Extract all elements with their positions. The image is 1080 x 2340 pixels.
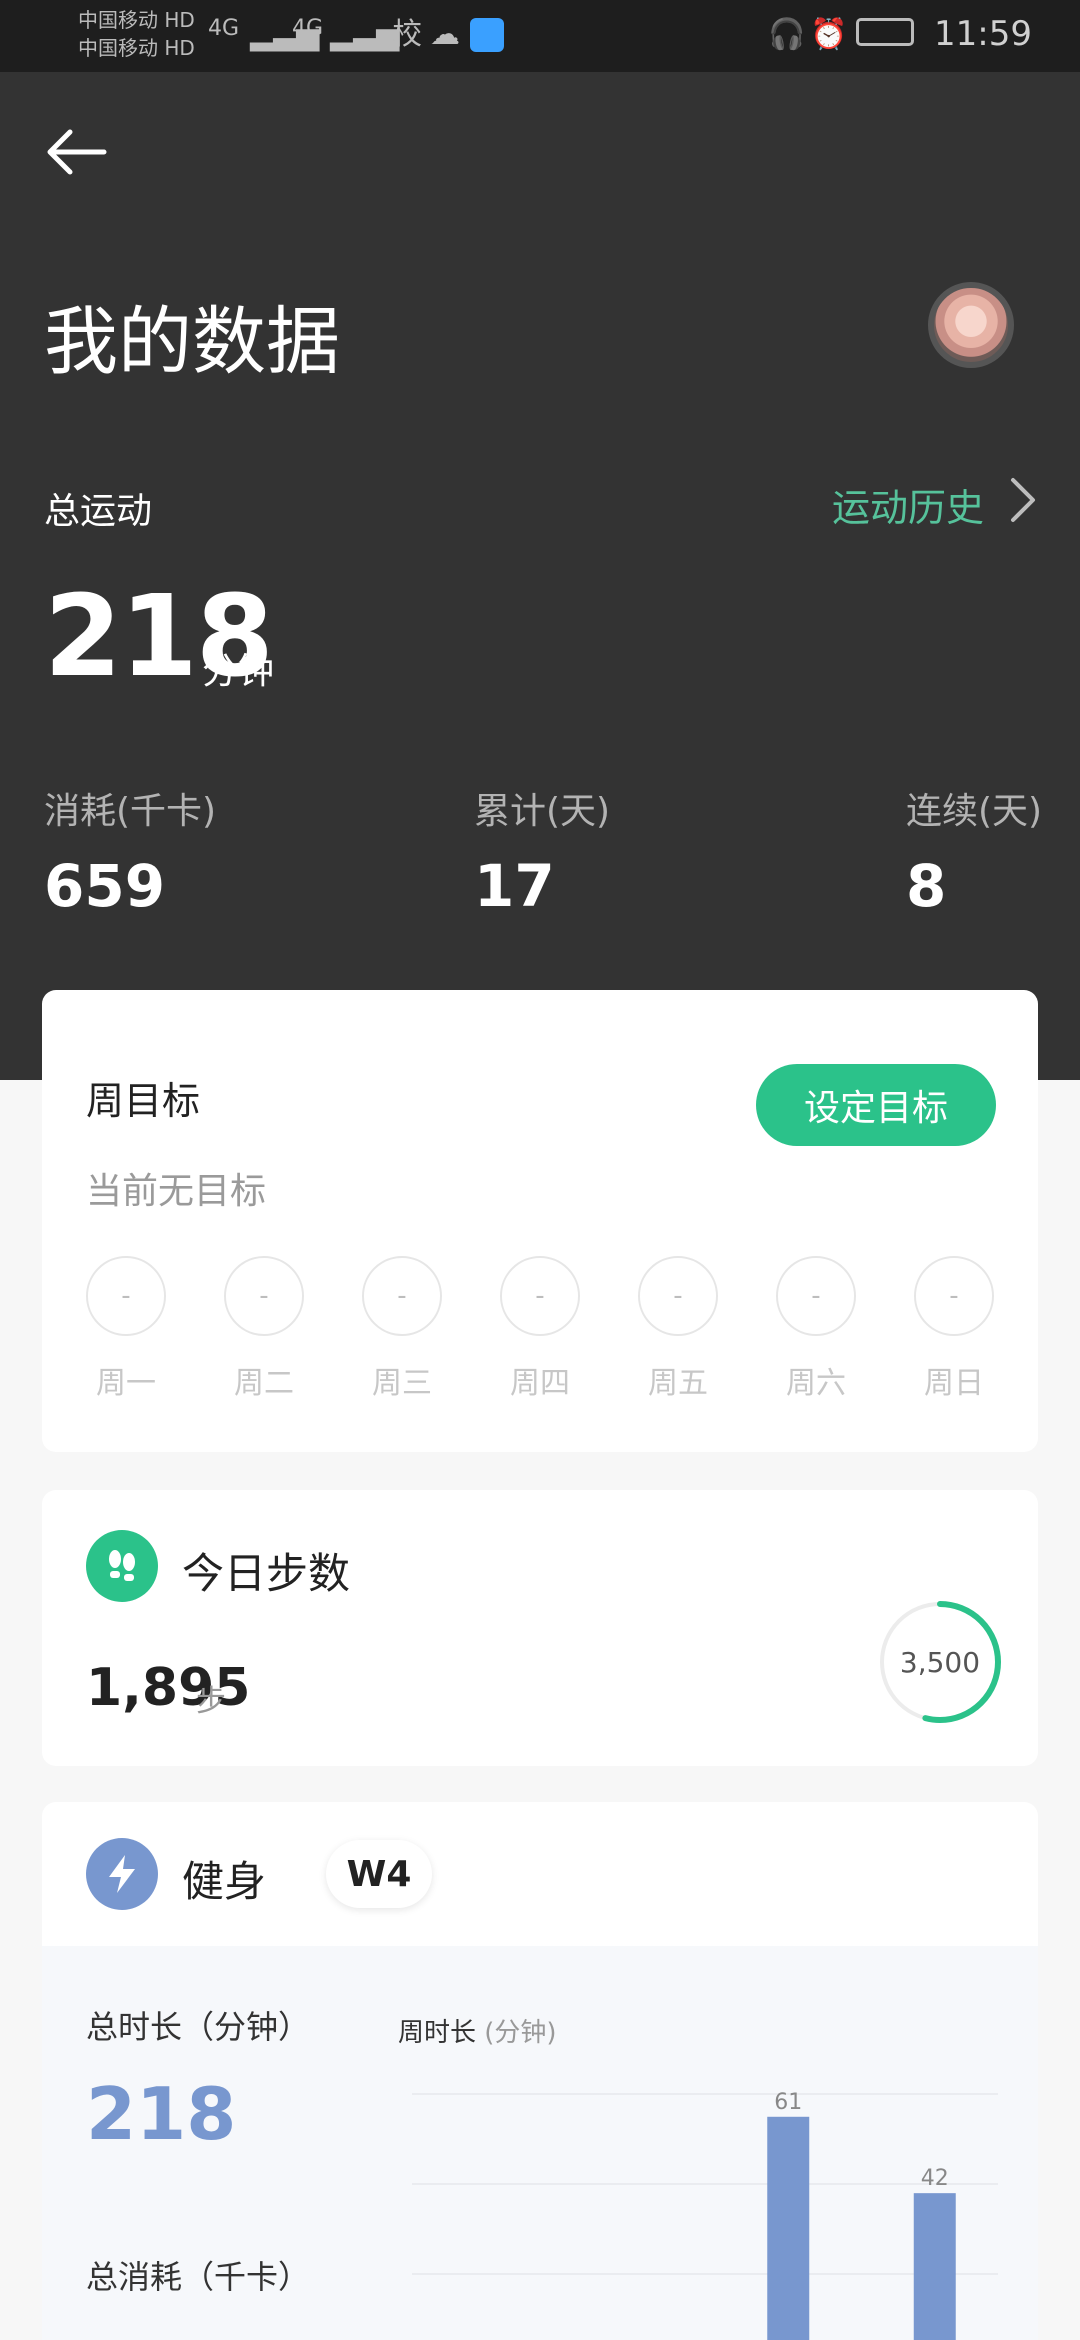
- day-label: 周三: [372, 1366, 432, 1401]
- accumulated-days-value: 17: [474, 852, 555, 920]
- hd-label: HD: [164, 8, 195, 32]
- weekly-duration-chart: 61 42: [412, 2090, 998, 2340]
- steps-unit: 步: [196, 1684, 226, 1719]
- chart-bar-w3: [767, 2116, 810, 2340]
- headset-icon: 🎧: [768, 17, 806, 52]
- steps-goal: 3,500: [899, 1645, 981, 1679]
- day-item: - 周二: [224, 1256, 304, 1402]
- day-item: - 周三: [362, 1256, 442, 1402]
- app-notification-icon: [470, 18, 504, 52]
- summary-header: 我的数据 总运动 运动历史 218 分钟 消耗(千卡) 659 累计(天) 17…: [0, 72, 1080, 1080]
- set-goal-button[interactable]: 设定目标: [756, 1064, 996, 1146]
- lightning-icon: [86, 1838, 158, 1910]
- day-label: 周五: [648, 1366, 708, 1401]
- school-icon: 校: [392, 17, 422, 52]
- week-badge: W4: [326, 1840, 432, 1908]
- steps-title: 今日步数: [182, 1549, 351, 1598]
- footprints-icon: [86, 1530, 158, 1602]
- alarm-icon: ⏰: [810, 17, 848, 52]
- steps-card[interactable]: 今日步数 1,895 步 3,500: [42, 1490, 1038, 1766]
- chart-title: 周时长 (分钟): [398, 2012, 557, 2049]
- accumulated-days-label: 累计(天): [474, 791, 611, 832]
- day-indicator: -: [776, 1256, 856, 1336]
- day-indicator: -: [224, 1256, 304, 1336]
- clock: 11:59: [934, 14, 1032, 54]
- day-label: 周日: [924, 1366, 984, 1401]
- weekly-goal-card: 周目标 当前无目标 设定目标 - 周一 - 周二 - 周三 - 周四 - 周五 …: [42, 990, 1038, 1452]
- day-item: - 周五: [638, 1256, 718, 1402]
- day-label: 周六: [786, 1366, 846, 1401]
- day-item: - 周一: [86, 1256, 166, 1402]
- total-exercise-label: 总运动: [44, 491, 153, 532]
- chevron-right-icon[interactable]: [1008, 476, 1038, 524]
- streak-days-label: 连续(天): [906, 791, 1043, 832]
- carrier-name: 中国移动: [78, 36, 158, 60]
- network-label: 4G: [292, 16, 324, 41]
- chart-unit: (分钟): [484, 2018, 557, 2048]
- status-bar: 中国移动 HD 中国移动 HD 4G ▂▃▅ 4G ▂▃▅ 校 ☁ 🎧 ⏰ 11…: [0, 0, 1080, 72]
- weekly-goal-status: 当前无目标: [86, 1171, 267, 1212]
- calories-label: 消耗(千卡): [44, 791, 217, 832]
- carrier-info: 中国移动 HD 中国移动 HD: [78, 6, 195, 62]
- day-label: 周一: [96, 1366, 156, 1401]
- fitness-summary: 总时长（分钟） 218 总消耗（千卡） 周时长 (分钟) 61 42: [42, 1946, 1038, 2340]
- carrier-name: 中国移动: [78, 8, 158, 32]
- chart-data-label: 42: [921, 2166, 949, 2191]
- day-item: - 周日: [914, 1256, 994, 1402]
- cloud-icon: ☁: [430, 17, 460, 52]
- day-indicator: -: [362, 1256, 442, 1336]
- streak-days-value: 8: [906, 852, 947, 920]
- day-label: 周二: [234, 1366, 294, 1401]
- fitness-card[interactable]: 健身 W4 总时长（分钟） 218 总消耗（千卡） 周时长 (分钟) 61 42: [42, 1802, 1038, 2340]
- day-item: - 周六: [776, 1256, 856, 1402]
- chart-data-label: 61: [774, 2090, 802, 2115]
- page-title: 我的数据: [44, 299, 340, 385]
- exercise-history-link[interactable]: 运动历史: [832, 477, 984, 532]
- chart-bar-w4: [913, 2193, 956, 2340]
- day-indicator: -: [638, 1256, 718, 1336]
- signal-icon: ▂▃▅: [330, 17, 400, 52]
- day-indicator: -: [86, 1256, 166, 1336]
- total-duration-value: 218: [86, 2072, 237, 2156]
- total-calories-label: 总消耗（千卡）: [86, 2258, 311, 2296]
- avatar[interactable]: [928, 282, 1014, 368]
- chart-title-text: 周时长: [398, 2018, 477, 2048]
- total-minutes-unit: 分钟: [202, 651, 275, 692]
- calories-value: 659: [44, 852, 166, 920]
- day-indicator: -: [914, 1256, 994, 1336]
- back-arrow-icon[interactable]: [44, 127, 108, 177]
- day-item: - 周四: [500, 1256, 580, 1402]
- fitness-title: 健身: [182, 1857, 267, 1906]
- total-duration-label: 总时长（分钟）: [86, 2008, 311, 2046]
- hd-label: HD: [164, 36, 195, 60]
- day-label: 周四: [510, 1366, 570, 1401]
- battery-icon: [856, 18, 914, 46]
- day-indicator: -: [500, 1256, 580, 1336]
- network-label: 4G: [208, 16, 240, 41]
- weekly-goal-title: 周目标: [86, 1079, 201, 1123]
